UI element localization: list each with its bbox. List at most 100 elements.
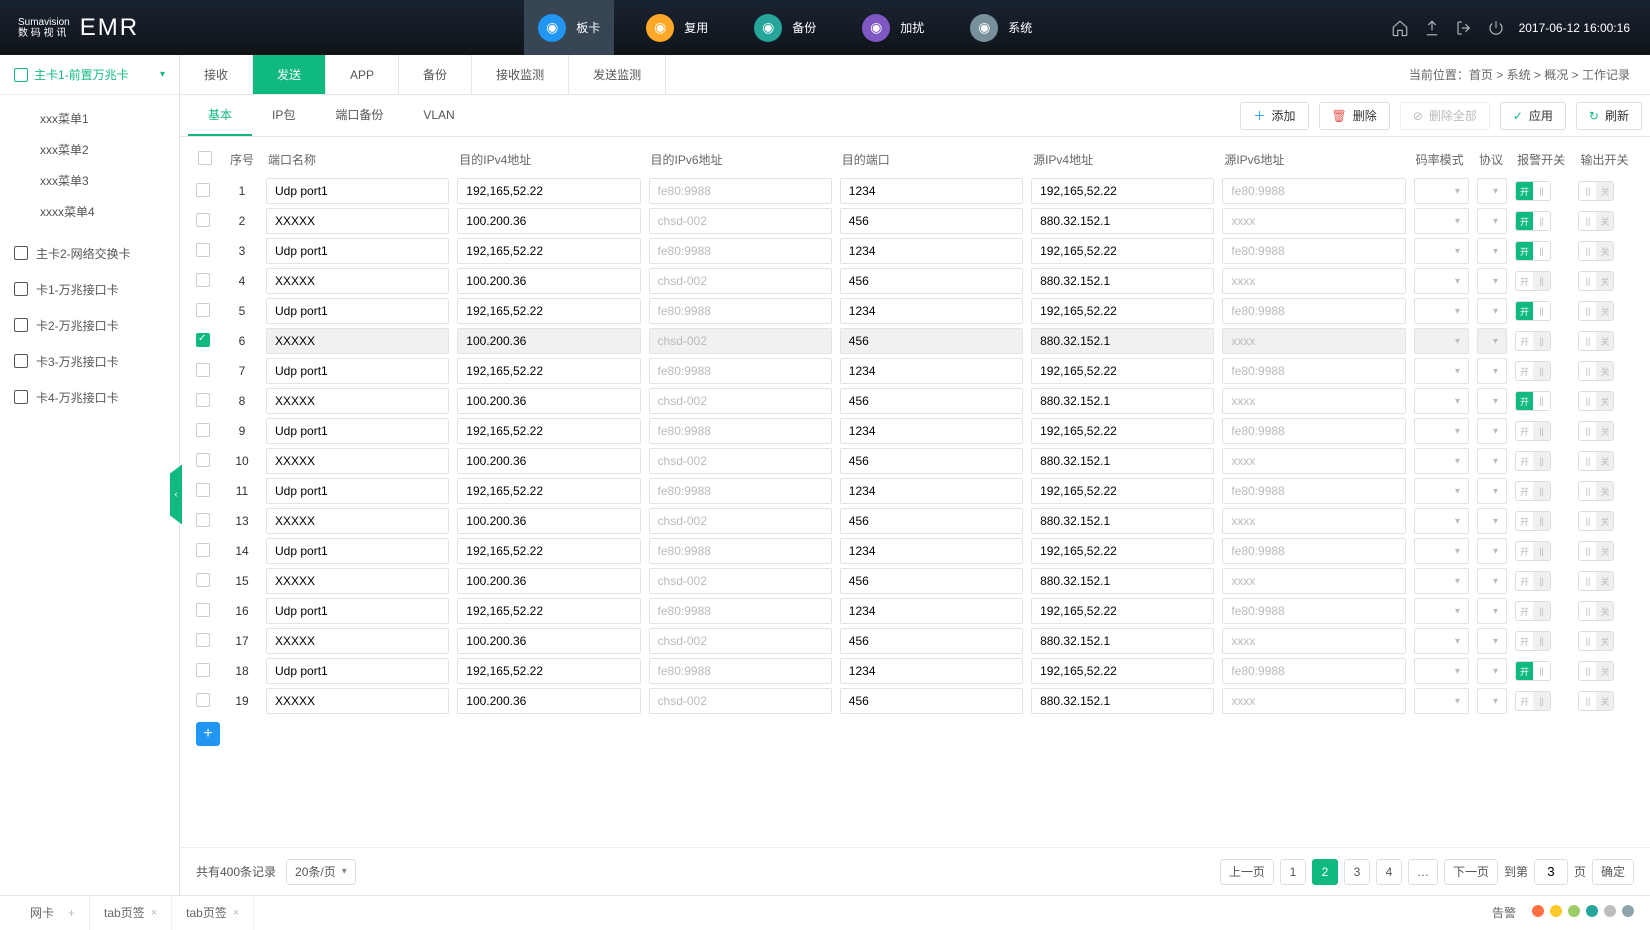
bitrate-mode-select[interactable]	[1414, 358, 1469, 384]
tab-2[interactable]: APP	[326, 55, 399, 94]
row-checkbox[interactable]	[196, 183, 210, 197]
protocol-select[interactable]	[1477, 298, 1507, 324]
page-button-1[interactable]: 1	[1280, 859, 1306, 885]
bitrate-mode-select[interactable]	[1414, 268, 1469, 294]
output-toggle[interactable]: ||关	[1578, 361, 1614, 381]
dest-ipv4-input[interactable]	[457, 628, 640, 654]
status-dot-1[interactable]	[1550, 905, 1562, 917]
power-icon[interactable]	[1487, 19, 1505, 37]
bitrate-mode-select[interactable]	[1414, 298, 1469, 324]
row-checkbox[interactable]	[196, 213, 210, 227]
row-checkbox[interactable]	[196, 603, 210, 617]
bitrate-mode-select[interactable]	[1414, 178, 1469, 204]
dest-port-input[interactable]	[840, 688, 1023, 714]
exit-icon[interactable]	[1455, 19, 1473, 37]
src-ipv4-input[interactable]	[1031, 208, 1214, 234]
output-toggle[interactable]: ||关	[1578, 271, 1614, 291]
alarm-toggle[interactable]: 开||	[1515, 271, 1551, 291]
upload-icon[interactable]	[1423, 19, 1441, 37]
dest-ipv4-input[interactable]	[457, 208, 640, 234]
alarm-toggle[interactable]: 开||	[1515, 241, 1551, 261]
close-tab-icon[interactable]: ×	[151, 907, 157, 919]
row-checkbox[interactable]	[196, 573, 210, 587]
crumb[interactable]: 概况	[1544, 68, 1568, 82]
dest-port-input[interactable]	[840, 418, 1023, 444]
output-toggle[interactable]: ||关	[1578, 481, 1614, 501]
dest-ipv4-input[interactable]	[457, 418, 640, 444]
subtab-1[interactable]: IP包	[252, 95, 315, 136]
src-ipv6-input[interactable]	[1222, 658, 1405, 684]
port-name-input[interactable]	[266, 658, 449, 684]
protocol-select[interactable]	[1477, 478, 1507, 504]
protocol-select[interactable]	[1477, 688, 1507, 714]
page-button-3[interactable]: 3	[1344, 859, 1370, 885]
dest-port-input[interactable]	[840, 238, 1023, 264]
dest-port-input[interactable]	[840, 628, 1023, 654]
alarm-toggle[interactable]: 开||	[1515, 301, 1551, 321]
sidebar-sub-item-2[interactable]: xxx菜单3	[0, 165, 179, 196]
prev-page-button[interactable]: 上一页	[1220, 859, 1274, 885]
dest-port-input[interactable]	[840, 538, 1023, 564]
row-checkbox[interactable]	[196, 423, 210, 437]
src-ipv4-input[interactable]	[1031, 598, 1214, 624]
dest-port-input[interactable]	[840, 208, 1023, 234]
output-toggle[interactable]: ||关	[1578, 631, 1614, 651]
src-ipv6-input[interactable]	[1222, 418, 1405, 444]
dest-ipv4-input[interactable]	[457, 298, 640, 324]
src-ipv4-input[interactable]	[1031, 478, 1214, 504]
bitrate-mode-select[interactable]	[1414, 688, 1469, 714]
src-ipv4-input[interactable]	[1031, 688, 1214, 714]
port-name-input[interactable]	[266, 268, 449, 294]
dest-ipv6-input[interactable]	[649, 688, 832, 714]
bitrate-mode-select[interactable]	[1414, 598, 1469, 624]
src-ipv4-input[interactable]	[1031, 418, 1214, 444]
dest-ipv6-input[interactable]	[649, 478, 832, 504]
dest-ipv6-input[interactable]	[649, 628, 832, 654]
protocol-select[interactable]	[1477, 448, 1507, 474]
add-tab-icon[interactable]: +	[60, 906, 75, 920]
bitrate-mode-select[interactable]	[1414, 448, 1469, 474]
add-row-button[interactable]: +	[196, 722, 220, 746]
port-name-input[interactable]	[266, 328, 449, 354]
protocol-select[interactable]	[1477, 388, 1507, 414]
port-name-input[interactable]	[266, 688, 449, 714]
bitrate-mode-select[interactable]	[1414, 538, 1469, 564]
row-checkbox[interactable]	[196, 273, 210, 287]
src-ipv4-input[interactable]	[1031, 448, 1214, 474]
output-toggle[interactable]: ||关	[1578, 601, 1614, 621]
tab-4[interactable]: 接收监测	[472, 55, 569, 94]
protocol-select[interactable]	[1477, 628, 1507, 654]
dest-port-input[interactable]	[840, 508, 1023, 534]
output-toggle[interactable]: ||关	[1578, 541, 1614, 561]
row-checkbox[interactable]	[196, 243, 210, 257]
alarm-toggle[interactable]: 开||	[1515, 421, 1551, 441]
src-ipv4-input[interactable]	[1031, 328, 1214, 354]
subtab-0[interactable]: 基本	[188, 95, 252, 136]
port-name-input[interactable]	[266, 568, 449, 594]
alarm-toggle[interactable]: 开||	[1515, 181, 1551, 201]
dest-port-input[interactable]	[840, 448, 1023, 474]
sidebar-card-1[interactable]: 卡1-万兆接口卡	[0, 271, 179, 307]
dest-port-input[interactable]	[840, 178, 1023, 204]
dest-port-input[interactable]	[840, 388, 1023, 414]
alarm-toggle[interactable]: 开||	[1515, 361, 1551, 381]
crumb[interactable]: 首页	[1469, 68, 1493, 82]
alarm-toggle[interactable]: 开||	[1515, 391, 1551, 411]
protocol-select[interactable]	[1477, 508, 1507, 534]
protocol-select[interactable]	[1477, 208, 1507, 234]
dest-ipv4-input[interactable]	[457, 358, 640, 384]
sidebar-card-4[interactable]: 卡4-万兆接口卡	[0, 379, 179, 415]
row-checkbox[interactable]	[196, 303, 210, 317]
dest-ipv4-input[interactable]	[457, 478, 640, 504]
src-ipv6-input[interactable]	[1222, 478, 1405, 504]
src-ipv6-input[interactable]	[1222, 358, 1405, 384]
src-ipv4-input[interactable]	[1031, 538, 1214, 564]
src-ipv6-input[interactable]	[1222, 598, 1405, 624]
status-dot-3[interactable]	[1586, 905, 1598, 917]
goto-confirm-button[interactable]: 确定	[1592, 859, 1634, 885]
dest-ipv6-input[interactable]	[649, 388, 832, 414]
dest-port-input[interactable]	[840, 658, 1023, 684]
output-toggle[interactable]: ||关	[1578, 421, 1614, 441]
port-name-input[interactable]	[266, 538, 449, 564]
src-ipv6-input[interactable]	[1222, 298, 1405, 324]
